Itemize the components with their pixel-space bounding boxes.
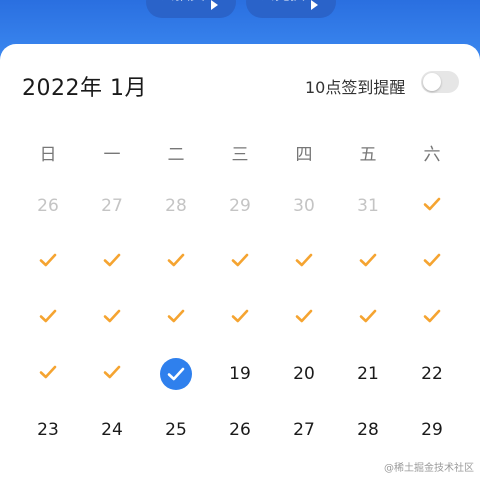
- day-number: 31: [357, 196, 379, 216]
- day-cell-checked[interactable]: [88, 357, 136, 391]
- watermark: @稀土掘金技术社区: [384, 463, 474, 474]
- day-cell-checked[interactable]: [344, 301, 392, 335]
- day-cell-checked[interactable]: [24, 357, 72, 391]
- go-lottery-label: 去抽奖: [160, 0, 205, 14]
- day-cell-prev-month[interactable]: 26: [24, 189, 72, 223]
- day-cell-checked[interactable]: [152, 301, 200, 335]
- day-cell[interactable]: 22: [408, 357, 456, 391]
- day-cell-prev-month[interactable]: 27: [88, 189, 136, 223]
- day-number: 29: [229, 196, 251, 216]
- day-cell-checked[interactable]: [280, 245, 328, 279]
- day-cell[interactable]: 27: [280, 413, 328, 447]
- day-cell-checked[interactable]: [152, 245, 200, 279]
- check-icon: [359, 253, 377, 267]
- day-number: 26: [229, 420, 251, 440]
- check-icon: [167, 253, 185, 267]
- go-lottery-button[interactable]: 去抽奖: [146, 0, 236, 18]
- day-cell[interactable]: 29: [408, 413, 456, 447]
- day-number: 30: [293, 196, 315, 216]
- day-number: 20: [293, 364, 315, 384]
- reminder-toggle[interactable]: [421, 71, 459, 93]
- day-cell-checked[interactable]: [88, 301, 136, 335]
- day-cell[interactable]: 20: [280, 357, 328, 391]
- check-icon: [39, 253, 57, 267]
- check-icon: [295, 253, 313, 267]
- day-cell-today[interactable]: [152, 357, 200, 391]
- day-cell-checked[interactable]: [408, 301, 456, 335]
- check-circle-icon: [160, 358, 192, 390]
- day-number: 19: [229, 364, 251, 384]
- month-title: 2022年 1月: [22, 76, 147, 101]
- day-number: 27: [101, 196, 123, 216]
- day-cell-prev-month[interactable]: 28: [152, 189, 200, 223]
- day-cell[interactable]: 19: [216, 357, 264, 391]
- check-icon: [359, 309, 377, 323]
- day-cell[interactable]: 26: [216, 413, 264, 447]
- triangle-right-icon: [211, 0, 219, 10]
- day-cell[interactable]: 28: [344, 413, 392, 447]
- toggle-knob: [423, 73, 441, 91]
- day-cell-checked[interactable]: [216, 245, 264, 279]
- go-exchange-label: 去兑换: [260, 0, 305, 14]
- reminder-label: 10点签到提醒: [305, 78, 406, 97]
- day-cell[interactable]: 23: [24, 413, 72, 447]
- weekday-label: 三: [231, 145, 249, 165]
- check-icon: [423, 309, 441, 323]
- day-cell-checked[interactable]: [408, 245, 456, 279]
- day-cell-prev-month[interactable]: 30: [280, 189, 328, 223]
- check-icon: [39, 309, 57, 323]
- weekday-label: 四: [295, 145, 313, 165]
- day-number: 23: [37, 420, 59, 440]
- day-cell-prev-month[interactable]: 31: [344, 189, 392, 223]
- weekday-label: 二: [167, 145, 185, 165]
- day-number: 27: [293, 420, 315, 440]
- check-icon: [103, 309, 121, 323]
- day-number: 28: [165, 196, 187, 216]
- check-icon: [295, 309, 313, 323]
- weekday-label: 五: [359, 145, 377, 165]
- day-number: 29: [421, 420, 443, 440]
- day-cell-checked[interactable]: [280, 301, 328, 335]
- day-cell-prev-month[interactable]: 29: [216, 189, 264, 223]
- check-icon: [231, 309, 249, 323]
- weekday-label: 日: [39, 145, 57, 165]
- weekday-label: 一: [103, 145, 121, 165]
- day-cell-checked[interactable]: [344, 245, 392, 279]
- weekday-label: 六: [423, 145, 441, 165]
- day-number: 26: [37, 196, 59, 216]
- day-cell-checked[interactable]: [24, 245, 72, 279]
- check-icon: [39, 365, 57, 379]
- day-number: 28: [357, 420, 379, 440]
- check-icon: [103, 253, 121, 267]
- day-cell-checked[interactable]: [216, 301, 264, 335]
- day-cell[interactable]: 24: [88, 413, 136, 447]
- checkin-calendar-card: 2022年 1月 10点签到提醒 日 一 二 三 四 五 六 26 27 28 29 30 31 19 2…: [0, 44, 480, 480]
- day-number: 21: [357, 364, 379, 384]
- day-cell[interactable]: 25: [152, 413, 200, 447]
- check-icon: [423, 253, 441, 267]
- go-exchange-button[interactable]: 去兑换: [246, 0, 336, 18]
- day-cell[interactable]: 21: [344, 357, 392, 391]
- day-number: 22: [421, 364, 443, 384]
- day-number: 25: [165, 420, 187, 440]
- check-icon: [103, 365, 121, 379]
- check-icon: [167, 309, 185, 323]
- day-cell-checked[interactable]: [88, 245, 136, 279]
- check-icon: [231, 253, 249, 267]
- check-icon: [423, 197, 441, 211]
- triangle-right-icon: [311, 0, 319, 10]
- day-number: 24: [101, 420, 123, 440]
- day-cell-checked[interactable]: [24, 301, 72, 335]
- day-cell-checked[interactable]: [408, 189, 456, 223]
